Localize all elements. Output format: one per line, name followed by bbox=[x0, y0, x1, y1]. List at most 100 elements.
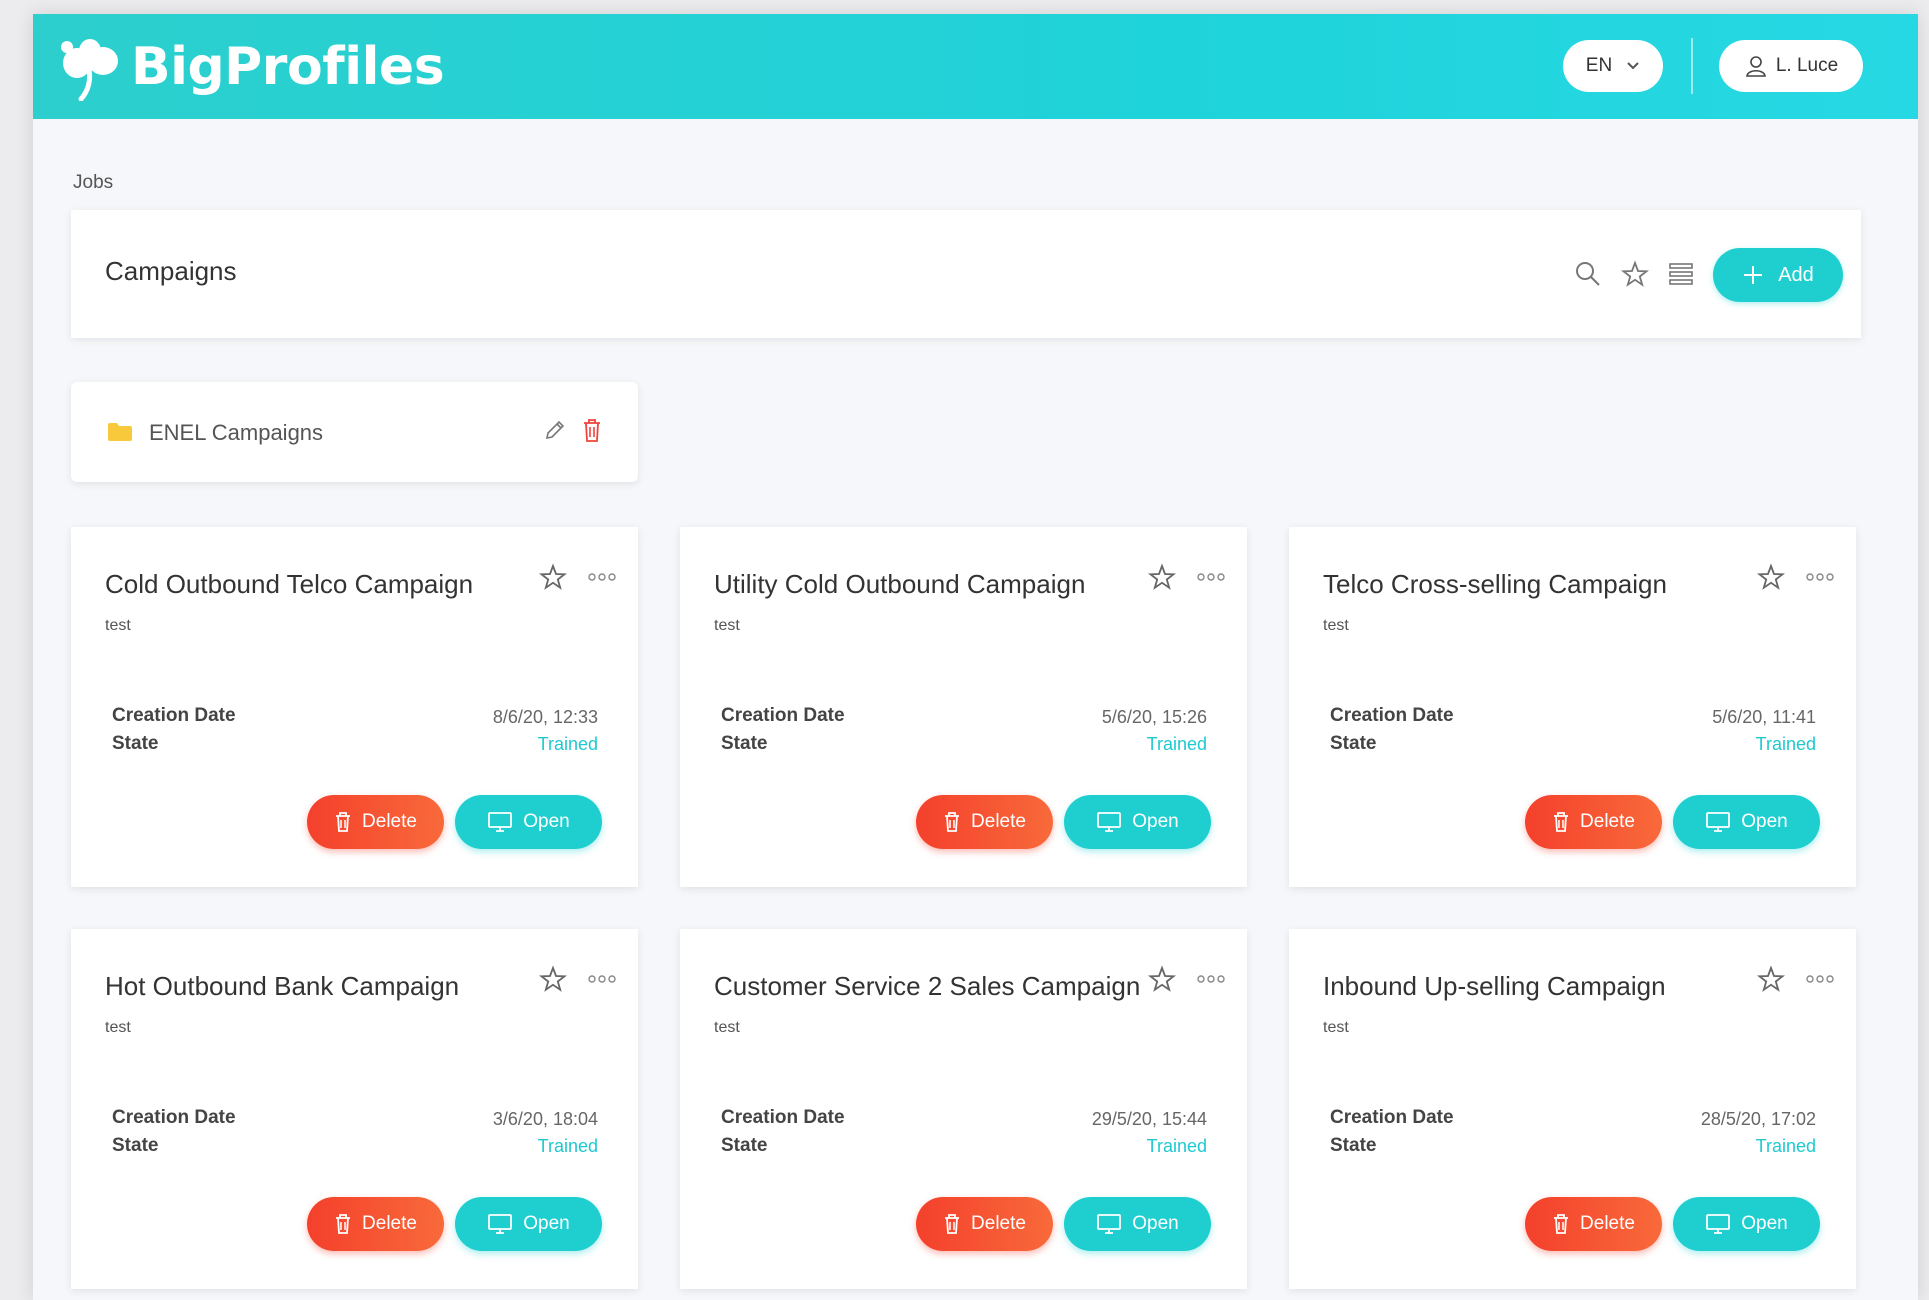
open-button-label: Open bbox=[523, 1213, 570, 1234]
open-button-label: Open bbox=[1132, 811, 1179, 832]
trash-icon[interactable] bbox=[581, 417, 603, 443]
search-icon[interactable] bbox=[1574, 260, 1602, 288]
monitor-icon bbox=[488, 1214, 513, 1234]
campaign-description: test bbox=[714, 617, 740, 634]
delete-button[interactable]: Delete bbox=[916, 1197, 1053, 1251]
delete-button[interactable]: Delete bbox=[307, 795, 444, 849]
favorite-star-icon[interactable] bbox=[1757, 965, 1785, 993]
logo[interactable]: BigProfiles bbox=[55, 32, 445, 102]
more-options-icon[interactable] bbox=[587, 571, 617, 583]
logo-icon bbox=[61, 39, 118, 101]
logo-text: BigProfiles bbox=[131, 37, 445, 97]
language-selector[interactable]: EN bbox=[1563, 40, 1663, 92]
more-options-icon[interactable] bbox=[1805, 973, 1835, 985]
campaign-card[interactable]: Cold Outbound Telco Campaign test Creati… bbox=[71, 527, 638, 887]
delete-button[interactable]: Delete bbox=[1525, 795, 1662, 849]
delete-button-label: Delete bbox=[362, 811, 417, 832]
favorite-star-icon[interactable] bbox=[539, 563, 567, 591]
state-label: State bbox=[112, 1135, 159, 1156]
edit-icon[interactable] bbox=[543, 418, 567, 442]
campaign-card[interactable]: Utility Cold Outbound Campaign test Crea… bbox=[680, 527, 1247, 887]
state-value: Trained bbox=[1755, 734, 1816, 754]
open-button[interactable]: Open bbox=[1064, 795, 1211, 849]
open-button-label: Open bbox=[1132, 1213, 1179, 1234]
creation-date-label: Creation Date bbox=[1330, 1107, 1454, 1128]
campaign-title: Hot Outbound Bank Campaign bbox=[105, 971, 460, 1001]
folder-card[interactable]: ENEL Campaigns bbox=[71, 382, 638, 482]
open-button[interactable]: Open bbox=[1064, 1197, 1211, 1251]
state-label: State bbox=[1330, 1135, 1377, 1156]
creation-date-label: Creation Date bbox=[1330, 705, 1454, 726]
list-view-icon[interactable] bbox=[1667, 260, 1695, 288]
monitor-icon bbox=[1097, 1214, 1122, 1234]
more-options-icon[interactable] bbox=[587, 973, 617, 985]
campaign-description: test bbox=[105, 1019, 131, 1036]
campaign-title: Cold Outbound Telco Campaign bbox=[105, 569, 474, 599]
open-button[interactable]: Open bbox=[455, 795, 602, 849]
more-options-icon[interactable] bbox=[1805, 571, 1835, 583]
favorite-star-icon[interactable] bbox=[1148, 965, 1176, 993]
breadcrumb[interactable]: Jobs bbox=[73, 172, 113, 194]
trash-icon bbox=[336, 1214, 351, 1234]
campaign-card[interactable]: Inbound Up-selling Campaign test Creatio… bbox=[1289, 929, 1856, 1289]
campaign-description: test bbox=[105, 617, 131, 634]
creation-date-value: 28/5/20, 17:02 bbox=[1700, 1109, 1816, 1129]
delete-button-label: Delete bbox=[971, 811, 1026, 832]
favorite-star-icon[interactable] bbox=[1757, 563, 1785, 591]
delete-button-label: Delete bbox=[971, 1213, 1026, 1234]
state-value: Trained bbox=[537, 1136, 598, 1156]
state-label: State bbox=[721, 733, 768, 754]
user-name: L. Luce bbox=[1775, 55, 1839, 76]
add-button[interactable]: Add bbox=[1713, 248, 1843, 302]
chevron-down-icon bbox=[1627, 62, 1639, 70]
open-button-label: Open bbox=[1741, 811, 1788, 832]
state-label: State bbox=[112, 733, 159, 754]
delete-button-label: Delete bbox=[1580, 1213, 1635, 1234]
campaign-description: test bbox=[714, 1019, 740, 1036]
more-options-icon[interactable] bbox=[1196, 973, 1226, 985]
campaign-description: test bbox=[1323, 1019, 1349, 1036]
folder-icon bbox=[108, 423, 132, 441]
delete-button[interactable]: Delete bbox=[916, 795, 1053, 849]
creation-date-value: 3/6/20, 18:04 bbox=[492, 1109, 598, 1129]
creation-date-label: Creation Date bbox=[112, 1107, 236, 1128]
open-button[interactable]: Open bbox=[1673, 795, 1820, 849]
top-bar: BigProfiles EN L. Luce bbox=[33, 14, 1918, 119]
monitor-icon bbox=[1706, 812, 1731, 832]
user-menu-button[interactable]: L. Luce bbox=[1719, 40, 1863, 92]
state-value: Trained bbox=[1755, 1136, 1816, 1156]
state-value: Trained bbox=[1146, 734, 1207, 754]
delete-button-label: Delete bbox=[362, 1213, 417, 1234]
user-icon bbox=[1745, 56, 1766, 77]
campaign-card[interactable]: Telco Cross-selling Campaign test Creati… bbox=[1289, 527, 1856, 887]
creation-date-label: Creation Date bbox=[112, 705, 236, 726]
creation-date-label: Creation Date bbox=[721, 1107, 845, 1128]
campaign-title: Inbound Up-selling Campaign bbox=[1323, 971, 1666, 1001]
more-options-icon[interactable] bbox=[1196, 571, 1226, 583]
app-window: BigProfiles EN L. Luce Jobs Campaigns Ad… bbox=[33, 14, 1918, 1300]
open-button[interactable]: Open bbox=[455, 1197, 602, 1251]
favorite-star-icon[interactable] bbox=[539, 965, 567, 993]
open-button-label: Open bbox=[1741, 1213, 1788, 1234]
state-label: State bbox=[721, 1135, 768, 1156]
open-button-label: Open bbox=[523, 811, 570, 832]
trash-icon bbox=[945, 812, 960, 832]
creation-date-label: Creation Date bbox=[721, 705, 845, 726]
star-icon[interactable] bbox=[1621, 260, 1649, 288]
open-button[interactable]: Open bbox=[1673, 1197, 1820, 1251]
favorite-star-icon[interactable] bbox=[1148, 563, 1176, 591]
trash-icon bbox=[336, 812, 351, 832]
trash-icon bbox=[945, 1214, 960, 1234]
delete-button[interactable]: Delete bbox=[1525, 1197, 1662, 1251]
add-button-label: Add bbox=[1778, 263, 1814, 286]
page-title: Campaigns bbox=[105, 256, 237, 286]
state-value: Trained bbox=[1146, 1136, 1207, 1156]
creation-date-value: 8/6/20, 12:33 bbox=[492, 707, 598, 727]
campaign-card[interactable]: Hot Outbound Bank Campaign test Creation… bbox=[71, 929, 638, 1289]
state-label: State bbox=[1330, 733, 1377, 754]
campaign-title: Telco Cross-selling Campaign bbox=[1323, 569, 1667, 599]
language-label: EN bbox=[1585, 55, 1613, 76]
header-divider bbox=[1691, 38, 1693, 94]
campaign-card[interactable]: Customer Service 2 Sales Campaign test C… bbox=[680, 929, 1247, 1289]
delete-button[interactable]: Delete bbox=[307, 1197, 444, 1251]
